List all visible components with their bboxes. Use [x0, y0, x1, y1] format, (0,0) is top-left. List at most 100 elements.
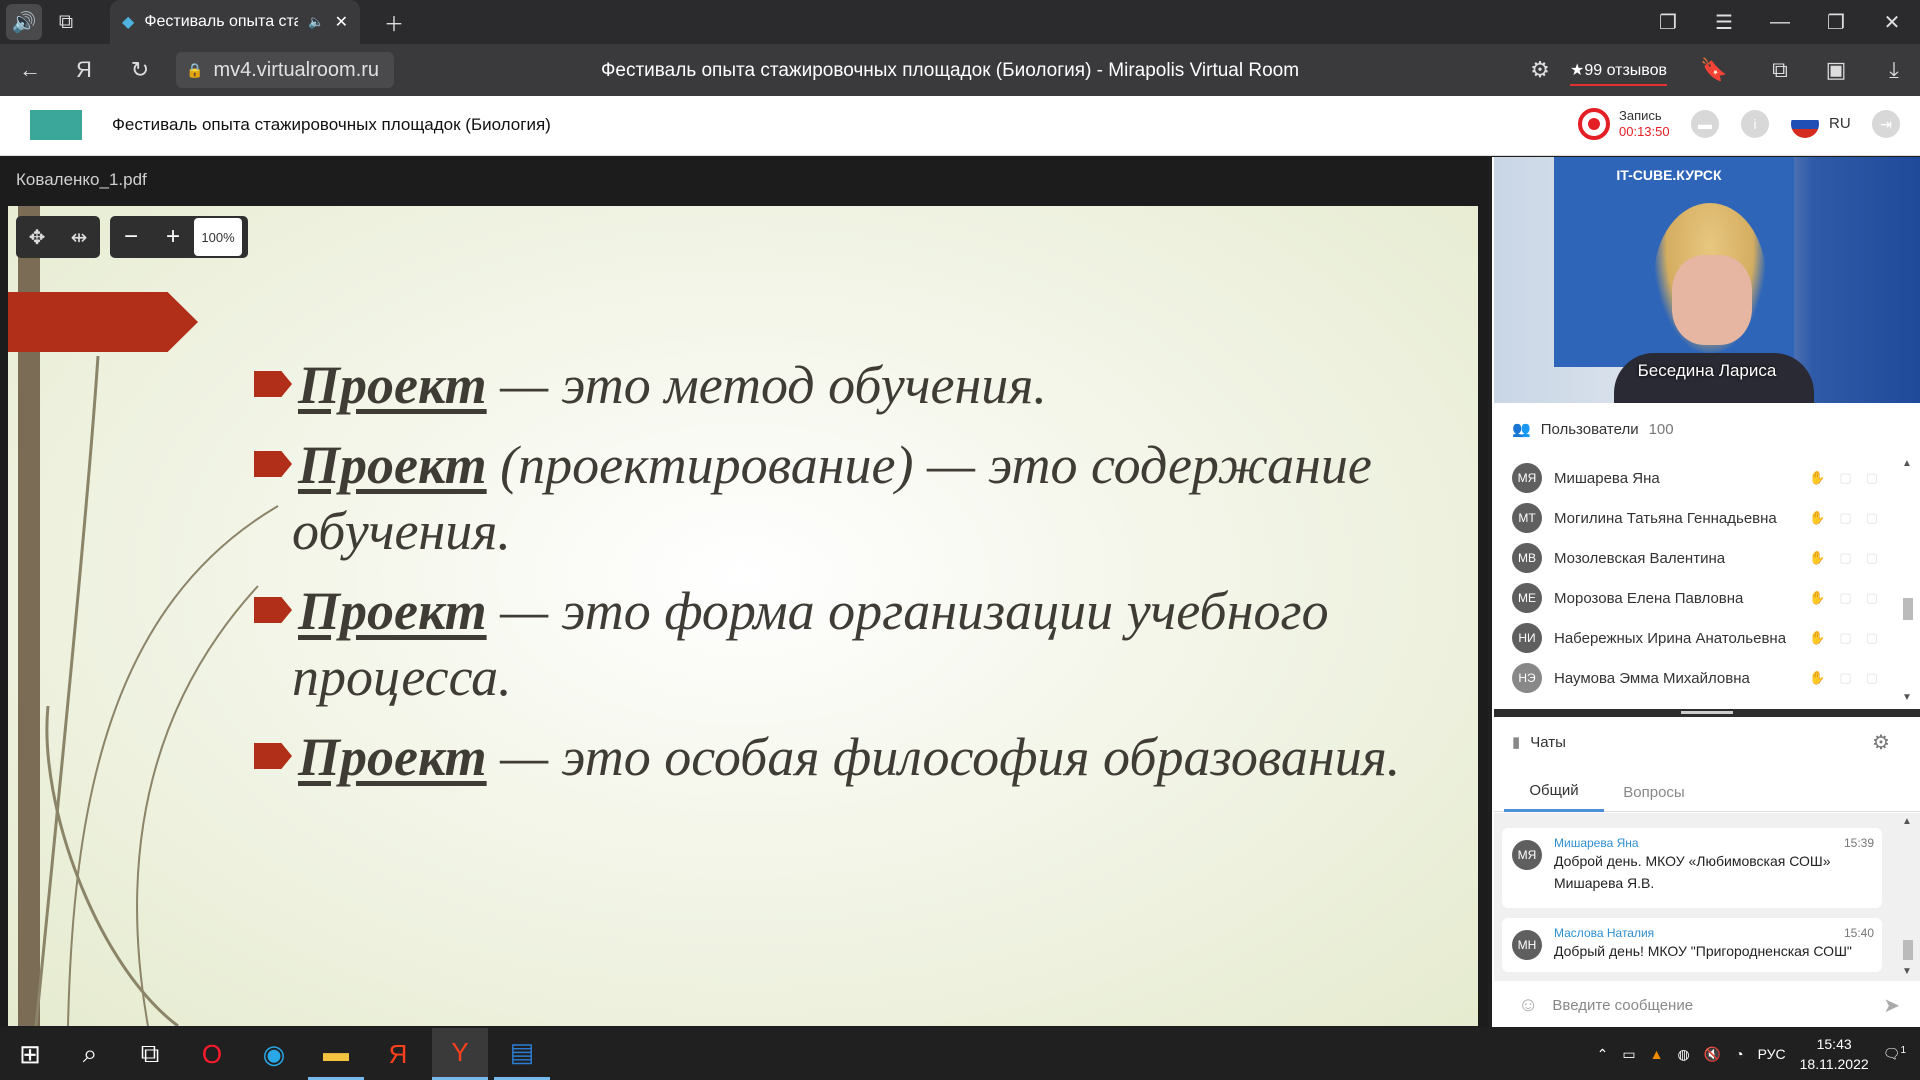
tab-manager-icon[interactable]: ⧉ [48, 4, 84, 40]
chat-message: МЯ Мишарева Яна 15:39 Доброй день. МКОУ … [1502, 828, 1882, 908]
network-icon[interactable]: ◍ [1677, 1046, 1689, 1063]
url-field[interactable]: 🔒 mv4.virtualroom.ru [176, 52, 394, 88]
emoji-icon[interactable]: ☺ [1518, 994, 1538, 1017]
avatar: МЕ [1512, 583, 1542, 613]
url-text: mv4.virtualroom.ru [213, 58, 380, 81]
maximize-icon[interactable]: ❐ [1808, 0, 1864, 44]
minimize-icon[interactable]: — [1752, 0, 1808, 44]
fit-width-icon[interactable]: ⇹ [71, 225, 88, 250]
message-input[interactable]: ☺ Введите сообщение ➤ [1494, 984, 1920, 1027]
message-time: 15:39 [1843, 836, 1874, 850]
scroll-up-icon[interactable]: ▲ [1902, 458, 1912, 469]
user-name: Могилина Татьяна Геннадьевна [1554, 509, 1777, 527]
user-row[interactable]: МТ Могилина Татьяна Геннадьевна ✋▢▢ [1512, 498, 1892, 538]
vlc-icon[interactable]: ▲ [1650, 1046, 1664, 1062]
notifications-icon[interactable]: 🗨1 [1883, 1045, 1906, 1063]
scroll-up-icon[interactable]: ▲ [1902, 816, 1912, 827]
edge-icon[interactable]: ◉ [246, 1028, 302, 1080]
users-scrollbar[interactable] [1903, 598, 1913, 620]
window-controls: ❐ ☰ — ❐ ✕ [1640, 0, 1920, 44]
windows-start-icon[interactable]: ⊞ [2, 1028, 58, 1080]
back-icon[interactable]: ← [10, 52, 50, 88]
zoom-value[interactable]: 100% [194, 218, 242, 256]
speaker-name: Беседина Лариса [1637, 361, 1777, 380]
clock-date: 18.11.2022 [1799, 1056, 1869, 1072]
scroll-down-icon[interactable]: ▼ [1902, 966, 1912, 977]
battery-icon[interactable]: ▭ [1622, 1046, 1635, 1063]
tab-questions[interactable]: Вопросы [1604, 772, 1704, 812]
user-row[interactable]: НИ Набережных Ирина Анатольевна ✋▢▢ [1512, 618, 1892, 658]
document-icon[interactable]: ▤ [494, 1028, 550, 1080]
wifi-icon[interactable]: ◔ [1735, 1046, 1743, 1062]
yandex-icon[interactable]: Я [64, 52, 104, 88]
bullet-icon [254, 597, 292, 623]
sound-icon[interactable]: 🔊 [6, 4, 42, 40]
move-icon[interactable]: ✥ [29, 225, 46, 250]
menu-icon[interactable]: ☰ [1696, 0, 1752, 44]
collections-icon[interactable]: ⧉ [1760, 52, 1800, 88]
user-row[interactable]: МЕ Морозова Елена Павловна ✋▢▢ [1512, 578, 1892, 618]
users-header[interactable]: 👥 Пользователи 100 [1512, 420, 1674, 439]
scroll-down-icon[interactable]: ▼ [1902, 692, 1912, 703]
info-icon[interactable]: i [1741, 110, 1769, 138]
sound-icon[interactable]: 🔈 [308, 14, 324, 30]
tab-active[interactable]: ◆ Фестиваль опыта ста 🔈 ✕ [110, 0, 360, 44]
folder-icon[interactable]: ▬ [1691, 110, 1719, 138]
file-name: Коваленко_1.pdf [16, 170, 147, 189]
message-author[interactable]: Мишарева Яна [1554, 836, 1872, 850]
user-status-icons: ✋▢▢ [1809, 470, 1892, 485]
site-icon: ◆ [122, 14, 135, 31]
zoom-in-button[interactable]: + [152, 223, 194, 251]
video-sign-text: IT-CUBE.КУРСК [1616, 167, 1722, 183]
opera-icon[interactable]: O [184, 1028, 240, 1080]
splitter-handle[interactable] [1681, 711, 1733, 714]
zoom-out-button[interactable]: − [110, 223, 152, 251]
chevron-up-icon[interactable]: ⌃ [1597, 1046, 1609, 1063]
exit-icon[interactable]: ⇥ [1872, 110, 1900, 138]
send-icon[interactable]: ➤ [1883, 993, 1900, 1018]
avatar: МЯ [1512, 463, 1542, 493]
explorer-icon[interactable]: ▬ [308, 1028, 364, 1080]
user-row[interactable]: МВ Мозолевская Валентина ✋▢▢ [1512, 538, 1892, 578]
search-icon[interactable]: ⌕ [62, 1028, 118, 1080]
user-row[interactable]: НЭ Наумова Эмма Михайловна ✋▢▢ [1512, 658, 1892, 698]
reviews-link[interactable]: ★99 отзывов [1570, 56, 1668, 86]
user-name: Мозолевская Валентина [1554, 549, 1726, 567]
record-button[interactable] [1578, 108, 1610, 140]
language-indicator[interactable]: РУС [1758, 1046, 1786, 1062]
page-title: Фестиваль опыта стажировочных площадок (… [600, 60, 1300, 81]
close-icon[interactable]: ✕ [335, 12, 348, 32]
translate-icon[interactable]: ⚙ [1520, 52, 1560, 88]
avatar: НЭ [1512, 663, 1542, 693]
task-view-icon[interactable]: ⧉ [122, 1028, 178, 1080]
flag-ru-icon[interactable] [1791, 110, 1819, 138]
clock-time: 15:43 [1816, 1036, 1852, 1052]
notification-count: 1 [1900, 1045, 1906, 1057]
slide: Проект — это метод обучения. Проект (про… [8, 206, 1478, 1026]
user-row[interactable]: МЯ Мишарева Яна ✋▢▢ [1512, 458, 1892, 498]
avatar: МТ [1512, 503, 1542, 533]
bullet-icon [254, 743, 292, 769]
extension-icon[interactable]: ▣ [1816, 52, 1856, 88]
new-tab-icon[interactable]: ＋ [376, 4, 412, 40]
gear-icon[interactable]: ⚙ [1872, 730, 1898, 756]
slide-line-2: Проект (проектирование) — это содержание [254, 432, 1372, 498]
volume-icon[interactable]: 🔇 [1704, 1046, 1721, 1063]
download-icon[interactable]: ⤓ [1874, 52, 1914, 88]
language-selector[interactable]: RU [1829, 112, 1851, 136]
chat-icon: ▮ [1512, 734, 1521, 751]
bookmark-icon[interactable]: 🔖 [1694, 52, 1734, 88]
reload-icon[interactable]: ↻ [120, 52, 160, 88]
slide-line-1: Проект — это метод обучения. [254, 352, 1047, 418]
yandex-browser-icon[interactable]: Y [432, 1028, 488, 1080]
tab-general[interactable]: Общий [1504, 772, 1604, 812]
user-status-icons: ✋▢▢ [1809, 630, 1892, 645]
slide-line-6: Проект — это особая философия образовани… [254, 724, 1400, 790]
yandex-icon[interactable]: Я [370, 1028, 426, 1080]
bookmarks-icon[interactable]: ❐ [1640, 0, 1696, 44]
message-author[interactable]: Маслова Наталия [1554, 926, 1872, 940]
chat-scrollbar[interactable] [1903, 940, 1913, 960]
close-icon[interactable]: ✕ [1864, 0, 1920, 44]
clock[interactable]: 15:43 18.11.2022 [1800, 1034, 1869, 1074]
avatar: МН [1512, 930, 1542, 960]
